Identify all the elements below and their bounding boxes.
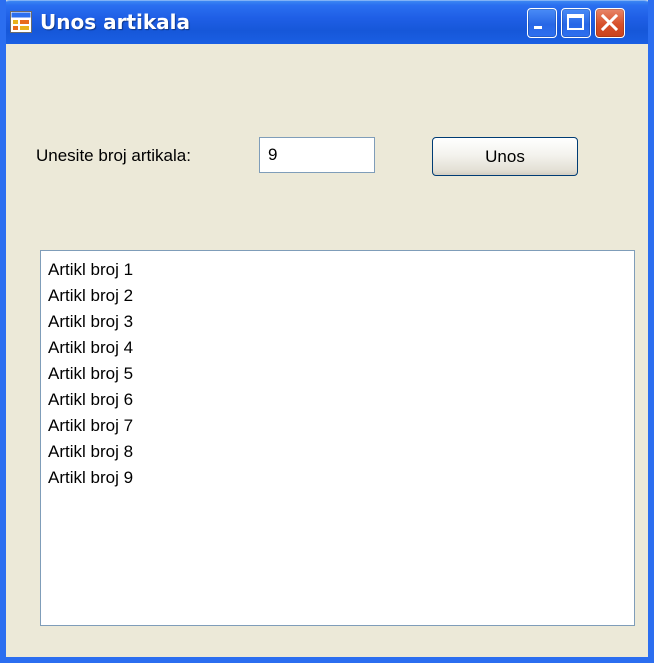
list-item[interactable]: Artikl broj 9	[48, 465, 634, 491]
form-app-icon[interactable]	[10, 11, 32, 33]
list-item[interactable]: Artikl broj 8	[48, 439, 634, 465]
list-item[interactable]: Artikl broj 4	[48, 335, 634, 361]
list-item[interactable]: Artikl broj 5	[48, 361, 634, 387]
list-item[interactable]: Artikl broj 3	[48, 309, 634, 335]
app-window: Unos artikala Unesite broj artikala: Uno…	[0, 0, 654, 663]
item-count-label: Unesite broj artikala:	[36, 146, 191, 165]
item-count-input[interactable]	[259, 137, 375, 173]
close-icon	[600, 13, 619, 32]
list-item[interactable]: Artikl broj 2	[48, 283, 634, 309]
close-button[interactable]	[595, 8, 625, 38]
title-bar[interactable]: Unos artikala	[6, 0, 648, 44]
list-item[interactable]: Artikl broj 6	[48, 387, 634, 413]
unos-button[interactable]: Unos	[432, 137, 578, 176]
minimize-button[interactable]	[527, 8, 557, 38]
maximize-icon	[567, 14, 584, 30]
minimize-icon	[534, 26, 542, 29]
items-listbox[interactable]: Artikl broj 1 Artikl broj 2 Artikl broj …	[40, 250, 635, 626]
maximize-button[interactable]	[561, 8, 591, 38]
window-title: Unos artikala	[40, 10, 191, 34]
list-item[interactable]: Artikl broj 7	[48, 413, 634, 439]
list-item[interactable]: Artikl broj 1	[48, 257, 634, 283]
